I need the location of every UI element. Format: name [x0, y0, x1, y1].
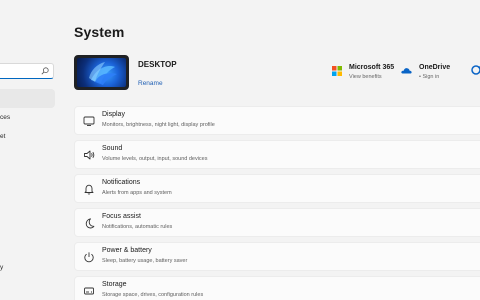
- setting-description: Storage space, drives, configuration rul…: [102, 292, 204, 298]
- setting-description: Alerts from apps and system: [102, 190, 172, 196]
- setting-description: Monitors, brightness, night light, displ…: [102, 122, 215, 128]
- moon-icon: [85, 218, 95, 229]
- setting-title: Power & battery: [102, 247, 152, 254]
- nav-item-internet-label[interactable]: et: [0, 133, 5, 140]
- setting-title: Storage: [102, 281, 127, 288]
- onedrive-subtitle: • Sign in: [419, 74, 440, 80]
- setting-card-display[interactable]: Display Monitors, brightness, night ligh…: [74, 106, 480, 135]
- setting-card-notifications[interactable]: Notifications Alerts from apps and syste…: [74, 174, 480, 203]
- bell-icon: [84, 184, 94, 195]
- setting-card-power-battery[interactable]: Power & battery Sleep, battery usage, ba…: [74, 242, 480, 271]
- setting-title: Display: [102, 111, 125, 118]
- setting-title: Focus assist: [102, 213, 141, 220]
- bloom-wallpaper-icon: [89, 62, 117, 85]
- page-title: System: [74, 24, 125, 40]
- setting-description: Notifications, automatic rules: [102, 224, 173, 230]
- setting-title: Sound: [102, 145, 123, 152]
- wallpaper-preview: [77, 58, 126, 87]
- power-icon: [84, 252, 94, 263]
- device-name: DESKTOP: [138, 60, 177, 69]
- storage-icon: [84, 287, 94, 295]
- nav-item-devices-label[interactable]: ces: [0, 114, 10, 121]
- search-icon: [41, 67, 49, 75]
- rename-link[interactable]: Rename: [138, 80, 163, 87]
- search-input[interactable]: [0, 63, 54, 79]
- microsoft-365-subtitle: View benefits: [349, 74, 382, 80]
- setting-description: Sleep, battery usage, battery saver: [102, 258, 188, 264]
- setting-card-storage[interactable]: Storage Storage space, drives, configura…: [74, 276, 480, 300]
- nav-item-privacy-label[interactable]: y: [0, 264, 3, 271]
- onedrive-cloud-icon: [401, 68, 412, 74]
- speaker-icon: [84, 150, 95, 160]
- setting-description: Volume levels, output, input, sound devi…: [102, 156, 208, 162]
- onedrive-link[interactable]: OneDrive: [419, 64, 450, 71]
- windows-update-icon[interactable]: [471, 65, 480, 75]
- settings-window: ces et y System DESKTOP Rename Microsoft…: [0, 0, 480, 300]
- microsoft-365-link[interactable]: Microsoft 365: [349, 64, 394, 71]
- setting-title: Notifications: [102, 179, 141, 186]
- monitor-icon: [83, 116, 95, 126]
- navigation-pane: ces et y: [0, 0, 60, 300]
- setting-card-focus-assist[interactable]: Focus assist Notifications, automatic ru…: [74, 208, 480, 237]
- desktop-thumbnail: [74, 55, 129, 90]
- microsoft-logo-icon: [332, 66, 342, 76]
- setting-card-sound[interactable]: Sound Volume levels, output, input, soun…: [74, 140, 480, 169]
- nav-item-system-selected[interactable]: [0, 89, 55, 108]
